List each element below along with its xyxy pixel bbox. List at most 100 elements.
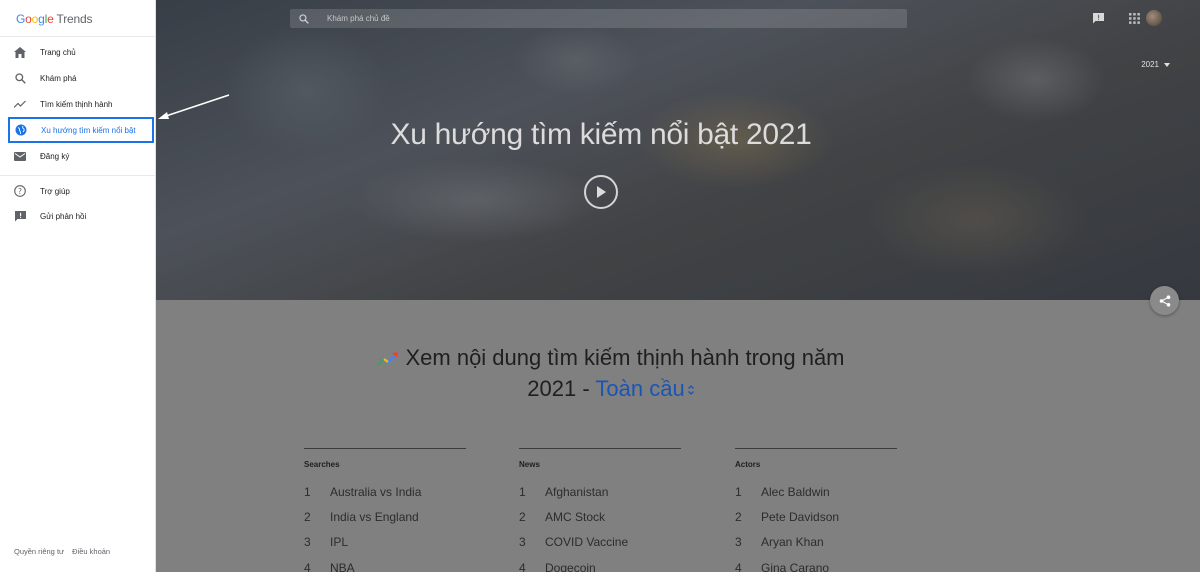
sidebar-item-explore[interactable]: Khám phá [0, 65, 155, 91]
rank: 4 [735, 560, 742, 572]
list-item[interactable]: 2 Pete Davidson [735, 504, 897, 529]
hero-banner: 2021 Xu hướng tìm kiếm nổi bật 2021 [156, 0, 1200, 300]
logo-letter: e [47, 12, 54, 26]
column-rule [735, 448, 897, 449]
top-right-icons [1090, 10, 1200, 28]
list-item[interactable]: 2 India vs England [304, 504, 466, 529]
rank: 1 [735, 484, 742, 499]
annotation-arrow-icon [158, 94, 230, 119]
item-name: Pete Davidson [761, 509, 840, 524]
rank: 1 [519, 484, 526, 499]
list-item[interactable]: 4 NBA [304, 555, 466, 572]
item-name: COVID Vaccine [545, 535, 629, 550]
search-icon [13, 71, 27, 85]
list-item[interactable]: 1 Afghanistan [519, 479, 681, 504]
list-item[interactable]: 1 Australia vs India [304, 479, 466, 504]
item-name: NBA [330, 560, 355, 572]
sidebar-item-label: Xu hướng tìm kiếm nổi bật [41, 125, 136, 135]
item-name: Alec Baldwin [761, 484, 830, 499]
item-name: Aryan Khan [761, 535, 824, 550]
trending-icon [13, 97, 27, 111]
sidebar-item-label: Tìm kiếm thịnh hành [40, 99, 113, 109]
actors-column: Actors 1 Alec Baldwin 2 Pete Davidson 3 Ary… [735, 448, 897, 572]
google-trends-logo[interactable]: Google Trends [16, 12, 92, 26]
section-headline: Xem nội dung tìm kiếm thịnh hành trong n… [346, 342, 876, 404]
apps-grid-icon[interactable] [1126, 10, 1142, 26]
rank: 2 [304, 509, 311, 524]
region-dropdown[interactable]: Toàn cầu [595, 376, 694, 401]
item-name: India vs England [330, 509, 419, 524]
region-value: Toàn cầu [595, 376, 685, 401]
sidebar-item-trending[interactable]: Tìm kiếm thịnh hành [0, 91, 155, 117]
avatar[interactable] [1146, 10, 1162, 26]
item-name: IPL [330, 535, 349, 550]
feedback-icon [13, 209, 27, 223]
play-icon [597, 186, 606, 198]
sidebar-item-label: Gửi phản hồi [40, 211, 87, 221]
help-icon: ? [13, 184, 27, 198]
list-item[interactable]: 4 Gina Carano [735, 555, 897, 572]
column-title: Searches [304, 460, 340, 469]
item-name: Australia vs India [330, 484, 422, 499]
sidebar-item-label: Trợ giúp [40, 186, 70, 196]
news-column: News 1 Afghanistan 2 AMC Stock 3 COVID Vacc… [519, 448, 681, 572]
searches-column: Searches 1 Australia vs India 2 India vs E… [304, 448, 466, 572]
rank: 4 [304, 560, 311, 572]
divider [0, 36, 155, 37]
sidebar-item-feedback[interactable]: Gửi phản hồi [0, 203, 155, 229]
sidebar: Google Trends Trang chủ Khám phá Tìm kiếm… [0, 0, 156, 572]
search-input[interactable] [327, 14, 887, 23]
main-content: Xem nội dung tìm kiếm thịnh hành trong n… [156, 300, 1200, 572]
item-name: Afghanistan [545, 484, 609, 499]
column-rule [304, 448, 466, 449]
sidebar-item-label: Đăng ký [40, 151, 70, 161]
year-value: 2021 [1141, 60, 1159, 69]
avatar-image [1146, 10, 1162, 26]
column-rule [519, 448, 681, 449]
home-icon [13, 45, 27, 59]
list-item[interactable]: 3 Aryan Khan [735, 530, 897, 555]
hero-title: Xu hướng tìm kiếm nổi bật 2021 [390, 118, 812, 151]
item-name: AMC Stock [545, 509, 606, 524]
column-title: Actors [735, 460, 761, 469]
rank: 1 [304, 484, 311, 499]
rank: 3 [304, 535, 311, 550]
list-item[interactable]: 3 IPL [304, 530, 466, 555]
list-item[interactable]: 2 AMC Stock [519, 504, 681, 529]
globe-icon [14, 123, 28, 137]
item-name: Gina Carano [761, 560, 830, 572]
svg-text:?: ? [18, 187, 22, 196]
rank: 3 [735, 535, 742, 550]
mail-icon [13, 149, 27, 163]
list-item[interactable]: 3 COVID Vaccine [519, 530, 681, 555]
list-item[interactable]: 1 Alec Baldwin [735, 479, 897, 504]
rank: 3 [519, 535, 526, 550]
search-icon [299, 13, 311, 25]
sidebar-item-subscriptions[interactable]: Đăng ký [0, 143, 155, 169]
trending-icon [377, 352, 399, 366]
item-name: Dogecoin [545, 560, 596, 572]
privacy-link[interactable]: Quyền riêng tư [14, 547, 64, 556]
column-title: News [519, 460, 540, 469]
sidebar-item-year-in-search[interactable]: Xu hướng tìm kiếm nổi bật [8, 117, 154, 143]
rank: 2 [735, 509, 742, 524]
sidebar-item-home[interactable]: Trang chủ [0, 39, 155, 65]
sidebar-item-help[interactable]: ? Trợ giúp [0, 178, 155, 204]
sidebar-item-label: Khám phá [40, 73, 77, 83]
unfold-icon [687, 385, 694, 396]
feedback-icon[interactable] [1090, 10, 1106, 26]
play-video-button[interactable] [584, 175, 618, 209]
list-item[interactable]: 4 Dogecoin [519, 555, 681, 572]
rank: 4 [519, 560, 526, 572]
logo-letter: G [16, 12, 26, 26]
sidebar-item-label: Trang chủ [40, 47, 76, 57]
divider [0, 175, 155, 176]
headline-text: Xem nội dung tìm kiếm thịnh hành trong n… [405, 345, 845, 370]
share-icon [1159, 294, 1170, 307]
terms-link[interactable]: Điều khoản [72, 547, 110, 556]
search-bar[interactable] [290, 9, 907, 28]
footer-links: Quyền riêng tư Điều khoản [14, 547, 116, 556]
share-button[interactable] [1150, 286, 1179, 315]
chevron-down-icon [1164, 62, 1170, 67]
year-dropdown[interactable]: 2021 [1141, 60, 1170, 69]
